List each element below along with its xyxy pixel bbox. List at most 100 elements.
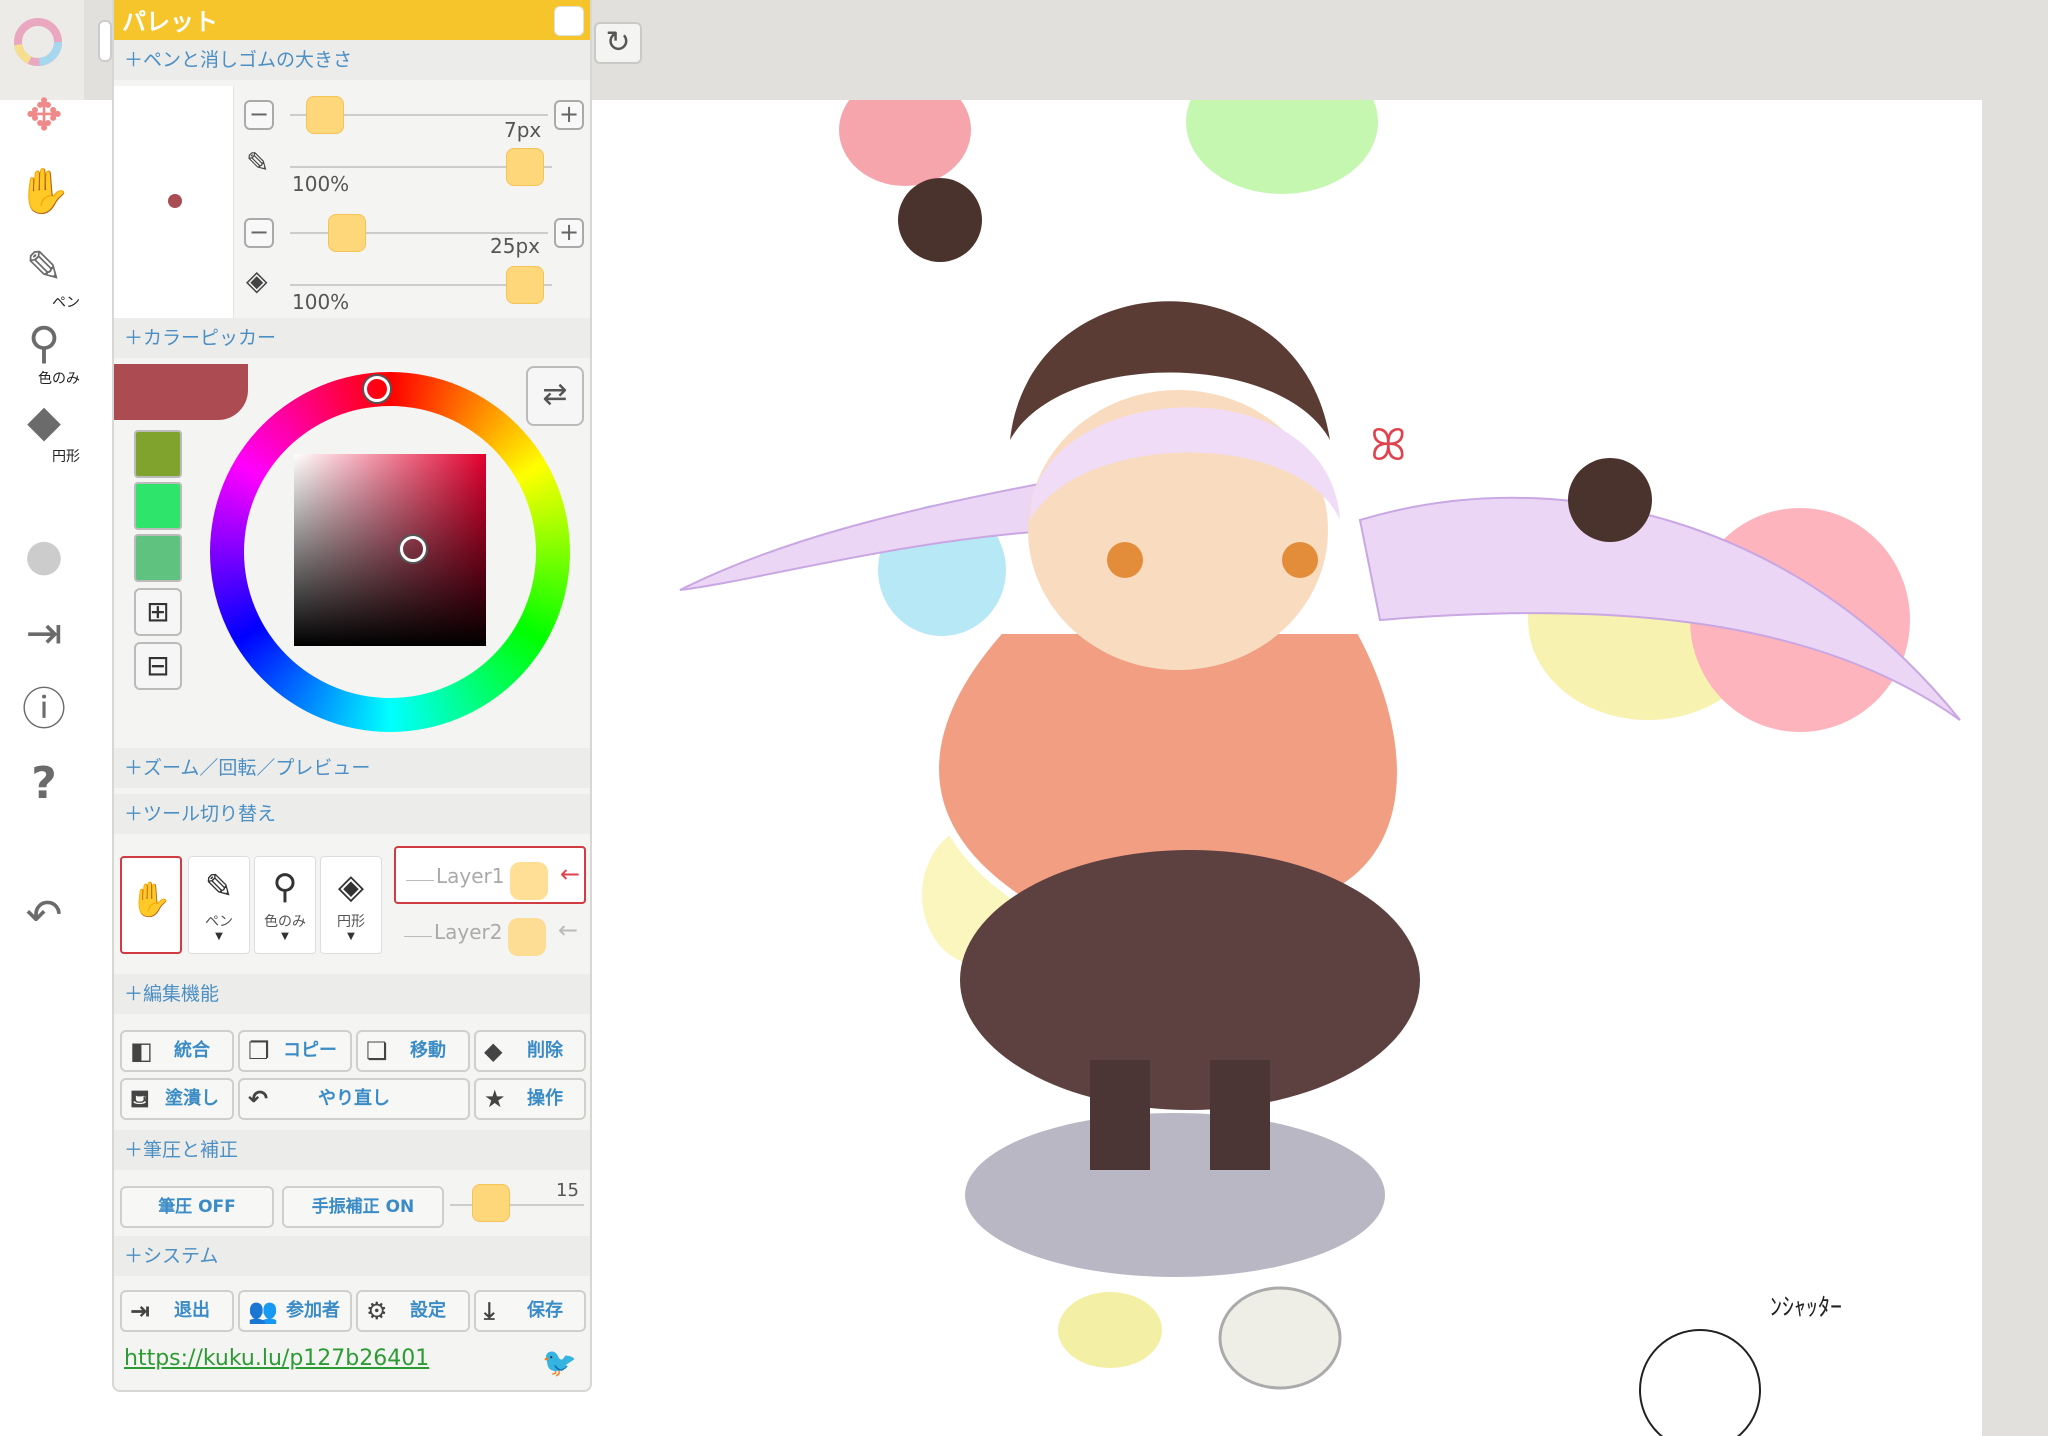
section-system[interactable]: ＋システム [114,1236,590,1276]
stabilizer-toggle-button[interactable]: 手振補正 ON [282,1186,444,1228]
chevron-down-icon: ▼ [347,931,355,942]
question-icon: ? [31,758,57,809]
layer-row-2[interactable]: Layer2 ← [394,904,586,962]
eraser-icon: ◈ [337,867,365,907]
fill-button[interactable]: ⛾ 塗潰し [120,1078,234,1120]
section-pressure-correction[interactable]: ＋筆圧と補正 [114,1130,590,1170]
hue-handle[interactable] [364,376,390,402]
move-button[interactable]: ❏ 移動 [356,1030,470,1072]
pen-tool[interactable]: ✎ ペン [8,244,80,312]
redo-button[interactable]: ↶ やり直し [238,1078,470,1120]
operation-button[interactable]: ★ 操作 [474,1078,586,1120]
tool-switch-pen[interactable]: ✎ ペン ▼ [188,856,250,954]
eraser-size-minus-button[interactable]: − [244,218,274,248]
section-edit[interactable]: ＋編集機能 [114,974,590,1014]
twitter-icon[interactable]: 🐦 [542,1346,577,1379]
settings-button[interactable]: ⚙ 設定 [356,1290,470,1332]
pen-icon: ✎ [25,242,63,293]
chevron-down-icon: ▼ [281,931,289,942]
delete-eraser-icon: ◆ [484,1037,503,1065]
users-icon: 👥 [248,1297,278,1325]
save-button[interactable]: ⤓ 保存 [474,1290,586,1332]
circle-eraser-tool[interactable]: ◆ 円形 [8,398,80,466]
participants-button[interactable]: 👥 参加者 [238,1290,352,1332]
info-tool[interactable]: ⓘ [8,686,80,734]
app-logo[interactable] [0,0,84,100]
stabilizer-value: 15 [556,1180,579,1201]
palette-minimize-button[interactable] [554,6,584,36]
refresh-icon: ↻ [605,25,631,60]
exit-tool[interactable]: ⇥ [8,610,80,658]
section-pen-eraser-size[interactable]: ＋ペンと消しゴムの大きさ [114,40,590,80]
eraser-size-slider[interactable] [328,214,366,252]
exit-button[interactable]: ⇥ 退出 [120,1290,234,1332]
eraser-opacity-value: 100% [292,290,350,314]
pen-opacity-slider[interactable] [506,148,544,186]
chat-icon: ● [24,530,64,581]
circle-tool-label: 円形 [52,449,80,465]
undo-icon: ↶ [25,890,63,941]
section-color-picker[interactable]: ＋カラーピッカー [114,318,590,358]
palette-header[interactable]: パレット [114,0,590,40]
tool-switch-hand[interactable]: ✋ [120,856,182,954]
tool-switch-eyedropper[interactable]: ⚲ 色のみ ▼ [254,856,316,954]
layer-row-1[interactable]: Layer1 ← [394,846,586,904]
pen-size-plus-button[interactable]: + [554,100,584,130]
chat-tool[interactable]: ● [8,532,80,580]
arrow-left-icon: ← [560,860,581,888]
hand-icon: ✋ [129,880,173,920]
delete-button[interactable]: ◆ 削除 [474,1030,586,1072]
tool-switch-eyedropper-label: 色のみ [264,914,306,930]
eraser-icon: ◆ [27,396,61,447]
paint-bucket-icon: ⛾ [130,1085,150,1113]
pencil-icon: ✎ [246,146,270,179]
grid-swap-icon: ⊟ [146,649,170,682]
operation-label: 操作 [527,1088,563,1109]
hand-tool[interactable]: ✋ [8,168,80,216]
sv-handle[interactable] [400,536,426,562]
move-arrows-icon: ✥ [25,90,63,141]
copy-button[interactable]: ❐ コピー [238,1030,352,1072]
color-history-swatch[interactable] [134,430,182,478]
merge-icon: ◧ [130,1037,153,1065]
svg-text:ꕤ: ꕤ [1370,420,1407,471]
tool-switch-eraser[interactable]: ◈ 円形 ▼ [320,856,382,954]
layer-name: Layer2 [434,920,503,944]
section-tool-switch[interactable]: ＋ツール切り替え [114,794,590,834]
eraser-size-value: 25px [490,234,540,258]
merge-button[interactable]: ◧ 統合 [120,1030,234,1072]
room-url-link[interactable]: https://kuku.lu/p127b26401 [124,1346,429,1371]
help-tool[interactable]: ? [8,760,80,808]
current-color-swatch [114,364,248,420]
exit-door-icon: ⇥ [130,1297,151,1325]
add-palette-button[interactable]: ⊞ [134,588,182,636]
saturation-value-square[interactable] [294,454,486,646]
section-zoom-rotate-preview[interactable]: ＋ズーム／回転／プレビュー [114,748,590,788]
chevron-down-icon: ▼ [215,931,223,942]
color-only-tool[interactable]: ⚲ 色のみ [8,320,80,388]
exit-label: 退出 [174,1300,210,1321]
download-icon: ⤓ [484,1297,495,1325]
toolbar-button[interactable] [98,20,112,62]
undo-tool[interactable]: ↶ [8,892,80,940]
move-label: 移動 [410,1040,446,1061]
pressure-toggle-button[interactable]: 筆圧 OFF [120,1186,274,1228]
move-tool[interactable]: ✥ [8,92,80,140]
canvas-right-margin [1982,100,2048,1436]
swap-palette-button[interactable]: ⊟ [134,642,182,690]
color-history-swatch[interactable] [134,482,182,530]
color-mode-button[interactable]: ⇄ [526,366,584,426]
eraser-size-plus-button[interactable]: + [554,218,584,248]
refresh-button[interactable]: ↻ [594,22,642,64]
eraser-opacity-slider[interactable] [506,266,544,304]
layer-opacity-slider[interactable] [508,918,546,956]
layer-opacity-slider[interactable] [510,862,548,900]
pen-size-minus-button[interactable]: − [244,100,274,130]
color-wheel-logo-icon [14,18,62,66]
brush-dot [168,194,182,208]
pen-size-slider[interactable] [306,96,344,134]
stabilizer-slider[interactable] [472,1184,510,1222]
palette-title: パレット [122,8,218,36]
color-history-swatch[interactable] [134,534,182,582]
pen-size-value: 7px [504,118,542,142]
